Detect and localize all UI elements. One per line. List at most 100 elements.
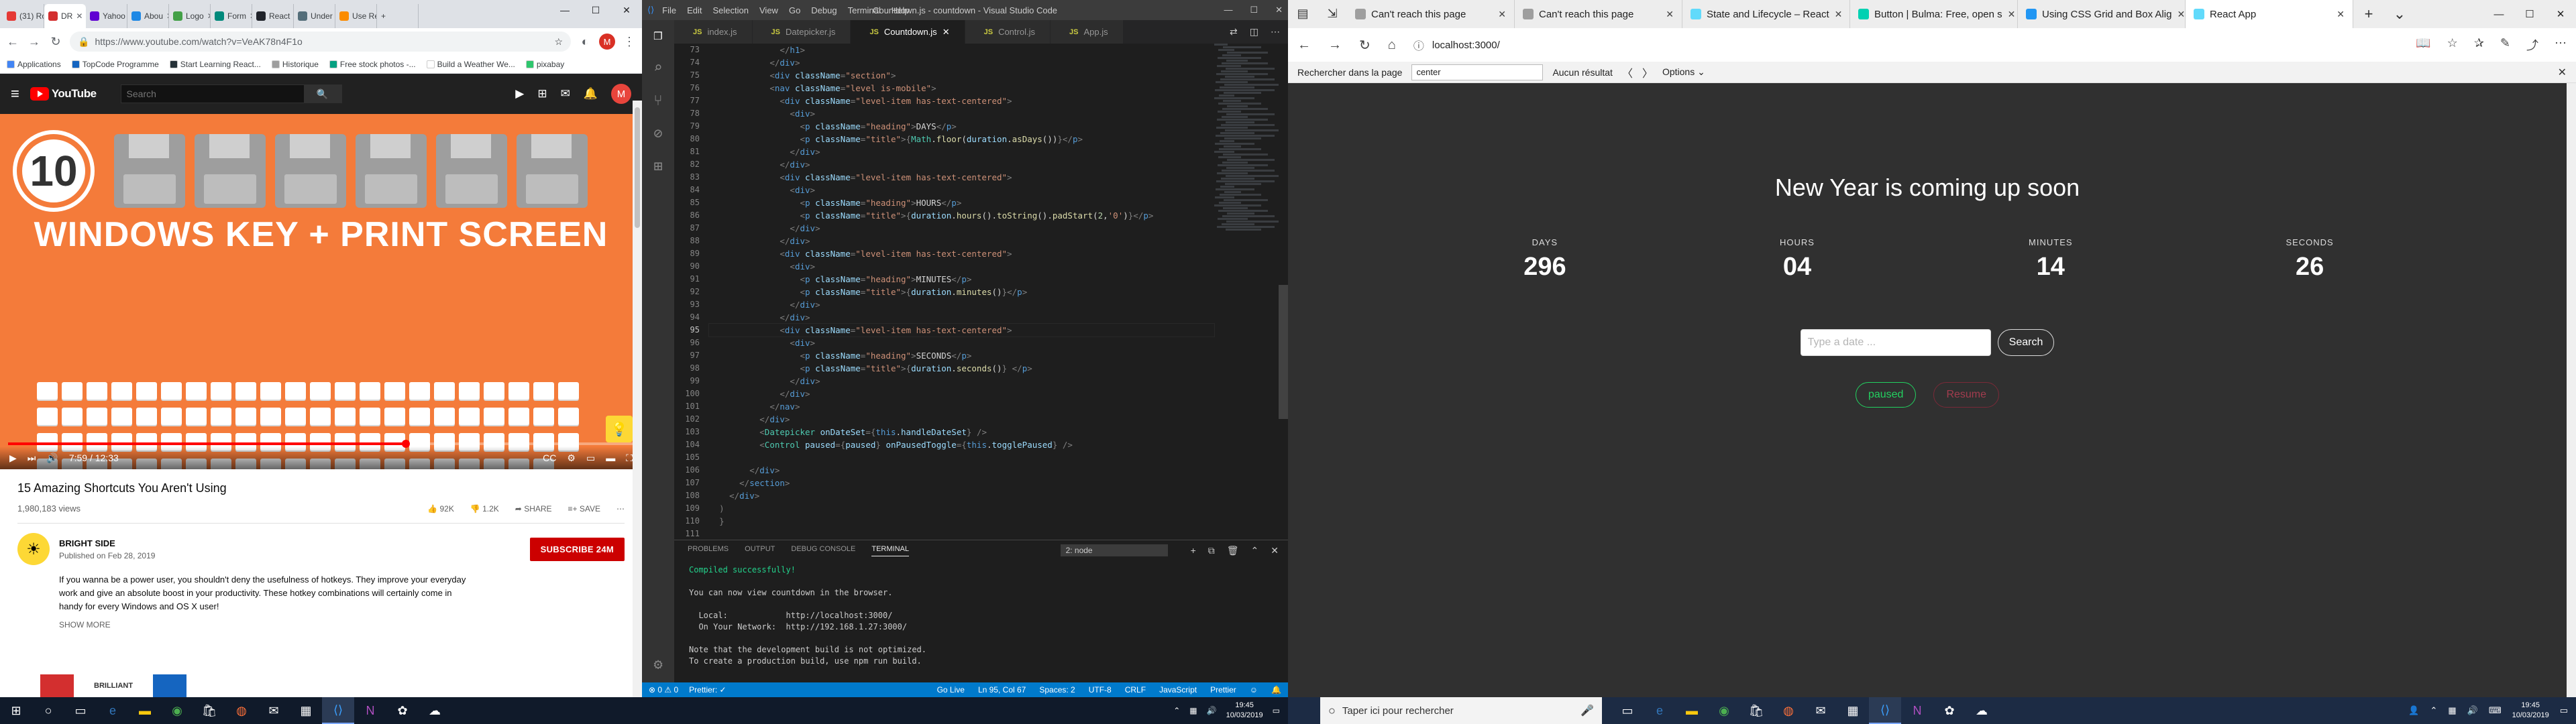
- extension-icon[interactable]: ◐: [578, 35, 592, 49]
- bookmark-item[interactable]: Free stock photos -...: [329, 60, 416, 69]
- notes-pen-icon[interactable]: ✎: [2500, 36, 2510, 54]
- close-tab-icon[interactable]: ✕: [2008, 9, 2016, 20]
- youtube-avatar[interactable]: M: [611, 84, 631, 104]
- chrome-address-bar[interactable]: 🔒 https://www.youtube.com/watch?v=VeAK78…: [70, 32, 571, 52]
- menu-item-view[interactable]: View: [759, 5, 778, 15]
- bookmark-item[interactable]: Historique: [271, 60, 319, 69]
- status-item[interactable]: Prettier: ✓: [689, 685, 726, 695]
- notification-icon[interactable]: ▭: [1273, 706, 1280, 715]
- terminal-output[interactable]: Compiled successfully! You can now view c…: [674, 560, 1288, 682]
- new-tab-button[interactable]: +: [2353, 0, 2384, 28]
- next-icon[interactable]: ⏭: [28, 452, 36, 464]
- cortana-icon[interactable]: ○: [32, 697, 64, 724]
- search-button[interactable]: Search: [1997, 329, 2055, 356]
- find-previous-icon[interactable]: 〈: [1622, 64, 1633, 80]
- back-icon[interactable]: ←: [1297, 38, 1311, 53]
- search-icon[interactable]: ⌕: [653, 60, 662, 76]
- editor-tab[interactable]: JS Countdown.js ✕: [851, 20, 965, 44]
- status-item[interactable]: JavaScript: [1159, 685, 1197, 695]
- save-button[interactable]: ≡+ SAVE: [568, 504, 600, 514]
- volume-icon[interactable]: 🔊: [2467, 705, 2478, 716]
- store-icon[interactable]: 🛍: [1740, 697, 1772, 724]
- clock[interactable]: 19:45 10/03/2019: [1226, 701, 1263, 721]
- status-item[interactable]: Ln 95, Col 67: [978, 685, 1026, 695]
- search-icon[interactable]: 🔍: [303, 85, 341, 103]
- youtube-logo[interactable]: YouTube: [30, 87, 97, 101]
- bookmark-item[interactable]: TopCode Programme: [71, 60, 159, 69]
- forward-icon[interactable]: →: [1328, 38, 1342, 53]
- status-item[interactable]: UTF-8: [1089, 685, 1112, 695]
- chrome-tab[interactable]: Under✕: [294, 4, 335, 28]
- network-icon[interactable]: ▦: [2448, 705, 2456, 716]
- close-tab-icon[interactable]: ✕: [1666, 9, 1674, 20]
- subscribe-button[interactable]: SUBSCRIBE 24M: [529, 537, 625, 561]
- edge-tab[interactable]: React App ✕: [2186, 0, 2353, 28]
- firefox-icon[interactable]: ◍: [1772, 697, 1805, 724]
- messages-icon[interactable]: ✉: [561, 87, 570, 101]
- menu-item-go[interactable]: Go: [789, 5, 800, 15]
- code-editor[interactable]: 73 74 75 76 77 78 79 80 81 82 83 84 85 86 87 88 89 90 91 92…: [674, 44, 1288, 540]
- onenote-icon[interactable]: N: [354, 697, 386, 724]
- info-icon[interactable]: ⓘ: [1413, 37, 1424, 53]
- star-icon[interactable]: ☆: [554, 36, 563, 48]
- taskbar-search[interactable]: ○ Taper ici pour rechercher 🎤: [1320, 697, 1602, 724]
- chrome-menu-icon[interactable]: ⋮: [622, 35, 637, 49]
- video-progress-bar[interactable]: [8, 440, 634, 448]
- volume-icon[interactable]: 🔊: [46, 452, 58, 464]
- related-thumbnail[interactable]: [40, 674, 74, 697]
- status-item[interactable]: Prettier: [1210, 685, 1236, 695]
- store-icon[interactable]: 🛍: [193, 697, 225, 724]
- close-tab-icon[interactable]: ✕: [2177, 9, 2185, 20]
- share-icon[interactable]: ⤴: [2526, 36, 2538, 54]
- menu-item-edit[interactable]: Edit: [687, 5, 702, 15]
- close-tab-icon[interactable]: ✕: [943, 27, 950, 38]
- find-input[interactable]: [1411, 64, 1544, 80]
- xbox-icon[interactable]: ✿: [1933, 697, 1966, 724]
- editor-tab[interactable]: JS index.js: [674, 20, 753, 44]
- editor-tab[interactable]: JS Datepicker.js: [752, 20, 851, 44]
- people-icon[interactable]: 👤: [2408, 705, 2419, 716]
- xbox-icon[interactable]: ✿: [386, 697, 419, 724]
- paused-button[interactable]: paused: [1855, 382, 1917, 408]
- editor-tab[interactable]: JS App.js: [1050, 20, 1124, 44]
- network-icon[interactable]: ▦: [1189, 706, 1197, 715]
- edge-tab[interactable]: Using CSS Grid and Box Alig ✕: [2018, 0, 2186, 28]
- close-panel-icon[interactable]: ✕: [1271, 545, 1279, 556]
- close-icon[interactable]: ✕: [2545, 0, 2576, 28]
- editor-scrollbar[interactable]: [1279, 44, 1288, 540]
- reading-view-icon[interactable]: 📖: [2416, 36, 2430, 54]
- keyboard-icon[interactable]: ⌨: [2489, 705, 2502, 716]
- channel-avatar[interactable]: ☀: [17, 533, 50, 565]
- chrome-tab[interactable]: DR ✕: [44, 4, 86, 28]
- scrollbar-thumb[interactable]: [635, 107, 640, 228]
- channel-name[interactable]: BRIGHT SIDE: [59, 538, 155, 548]
- home-icon[interactable]: ⌂: [1388, 38, 1396, 53]
- minimize-icon[interactable]: —: [2483, 0, 2514, 28]
- tab-list-chevron-icon[interactable]: ⌄: [2384, 0, 2415, 28]
- chrome-tab[interactable]: React✕: [252, 4, 294, 28]
- mail-icon[interactable]: ✉: [258, 697, 290, 724]
- miniplayer-icon[interactable]: ▭: [586, 452, 595, 464]
- chrome-profile-avatar[interactable]: M: [599, 34, 615, 50]
- minimap[interactable]: [1214, 44, 1281, 540]
- calculator-icon[interactable]: ▦: [1837, 697, 1869, 724]
- notifications-icon[interactable]: 🔔: [584, 87, 598, 101]
- theater-icon[interactable]: ▬: [606, 452, 615, 464]
- bookmark-item[interactable]: Start Learning React...: [169, 60, 261, 69]
- scrollbar-thumb[interactable]: [1279, 285, 1288, 419]
- debug-icon[interactable]: ⊘: [653, 125, 662, 142]
- like-button[interactable]: 👍 92K: [427, 504, 454, 514]
- split-editor-icon[interactable]: ◫: [1250, 26, 1258, 38]
- status-item[interactable]: ☺: [1250, 685, 1258, 695]
- file-explorer-icon[interactable]: ▬: [129, 697, 161, 724]
- mail-icon[interactable]: ✉: [1805, 697, 1837, 724]
- editor-tab[interactable]: JS Control.js: [965, 20, 1051, 44]
- find-options[interactable]: Options ⌄: [1662, 66, 1705, 78]
- new-tab-button[interactable]: +: [377, 4, 419, 28]
- onenote-icon[interactable]: N: [1901, 697, 1933, 724]
- gear-icon[interactable]: ⚙: [653, 656, 662, 673]
- edge-tab[interactable]: Can't reach this page ✕: [1515, 0, 1682, 28]
- close-tab-icon[interactable]: ✕: [1498, 9, 1506, 20]
- close-tab-icon[interactable]: ✕: [1835, 9, 1843, 20]
- edge-tab[interactable]: Button | Bulma: Free, open s ✕: [1850, 0, 2018, 28]
